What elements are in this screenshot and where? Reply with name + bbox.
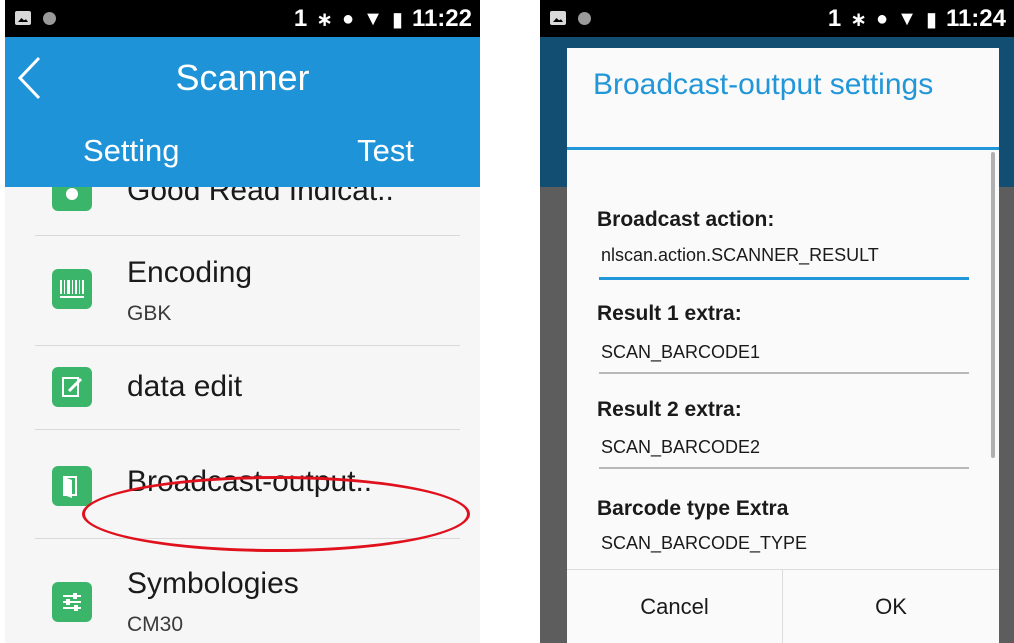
circle-icon [578, 11, 591, 25]
edit-icon [52, 367, 92, 407]
dialog-scrollbar[interactable] [991, 152, 995, 458]
good-read-icon [52, 187, 92, 211]
list-item-title: Good Read Indicat.. [127, 187, 394, 207]
cancel-button[interactable]: Cancel [567, 570, 782, 643]
result1-extra-underline [599, 372, 969, 374]
image-icon [15, 11, 31, 25]
page-title: Scanner [175, 57, 310, 98]
alarm-icon: ● [342, 7, 355, 30]
list-item-subtitle: GBK [127, 302, 172, 325]
list-item-good-read[interactable]: Good Read Indicat.. [5, 187, 480, 235]
ok-button[interactable]: OK [783, 570, 999, 643]
list-item-subtitle: CM30 [127, 613, 184, 636]
list-item-title: Encoding [127, 256, 253, 289]
list-item-title: Symbologies [127, 567, 299, 600]
sim-indicator: 1 [293, 5, 308, 32]
sliders-icon [52, 582, 92, 622]
broadcast-settings-dialog: Broadcast-output settings Broadcast acti… [567, 48, 999, 643]
highlight-ellipse [82, 476, 470, 552]
dialog-title: Broadcast-output settings [593, 68, 934, 101]
settings-list: Good Read Indicat.. Encoding GBK data ed… [5, 187, 480, 643]
broadcast-action-label: Broadcast action: [597, 208, 775, 231]
result2-extra-label: Result 2 extra: [597, 398, 742, 421]
result2-extra-input[interactable]: SCAN_BARCODE2 [601, 437, 760, 458]
image-icon [550, 11, 566, 25]
wifi-icon: ▼ [363, 7, 383, 30]
barcode-type-extra-label: Barcode type Extra [597, 497, 789, 520]
app-bar: Scanner Setting Test [5, 37, 480, 187]
alarm-icon: ● [876, 7, 889, 30]
bluetooth-icon: ∗ [316, 8, 334, 31]
wifi-icon: ▼ [897, 7, 917, 30]
tab-test[interactable]: Test [357, 133, 414, 169]
status-bar: 1 ∗ ● ▼ ▮ 11:22 [5, 0, 480, 37]
title-divider [567, 147, 999, 150]
list-item-data-edit[interactable]: data edit [5, 346, 480, 429]
battery-icon: ▮ [391, 8, 403, 31]
tab-setting[interactable]: Setting [83, 133, 180, 169]
circle-icon [43, 11, 56, 25]
broadcast-settings-screen: 1 ∗ ● ▼ ▮ 11:24 Broadcast-output setting… [540, 0, 1014, 643]
barcode-type-extra-input[interactable]: SCAN_BARCODE_TYPE [601, 533, 807, 554]
barcode-icon [52, 269, 92, 309]
clock: 11:24 [945, 5, 1006, 32]
broadcast-action-underline [599, 277, 969, 280]
list-item-encoding[interactable]: Encoding GBK [5, 236, 480, 345]
list-item-title: data edit [127, 370, 243, 403]
broadcast-action-input[interactable]: nlscan.action.SCANNER_RESULT [601, 245, 879, 266]
battery-icon: ▮ [925, 8, 937, 31]
bluetooth-icon: ∗ [850, 8, 868, 31]
status-bar: 1 ∗ ● ▼ ▮ 11:24 [540, 0, 1014, 37]
clock: 11:22 [411, 5, 472, 32]
result1-extra-label: Result 1 extra: [597, 302, 742, 325]
result2-extra-underline [599, 467, 969, 469]
list-item-symbologies[interactable]: Symbologies CM30 [5, 539, 480, 643]
result1-extra-input[interactable]: SCAN_BARCODE1 [601, 342, 760, 363]
sim-indicator: 1 [827, 5, 842, 32]
broadcast-icon [52, 466, 92, 506]
